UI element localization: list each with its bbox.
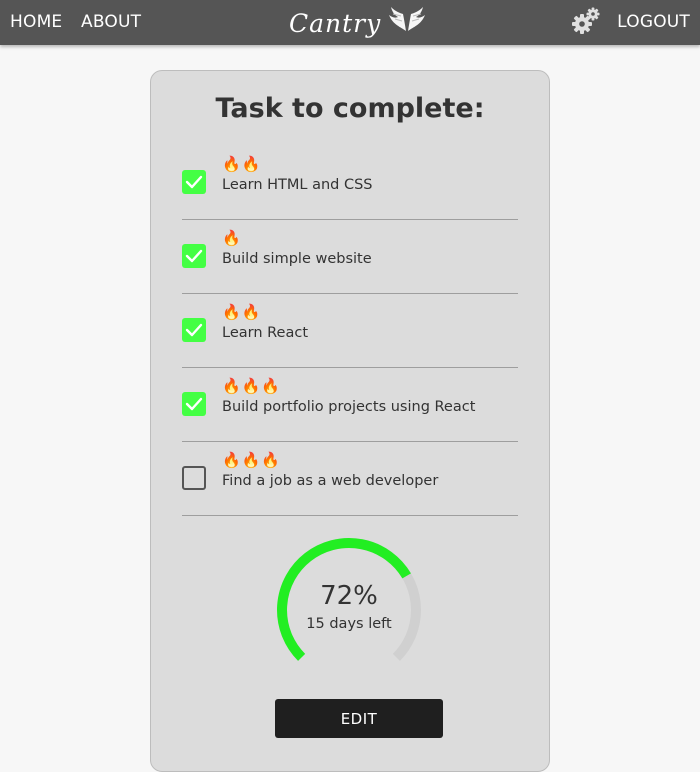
- task-label: Build portfolio projects using React: [222, 399, 476, 415]
- task-label: Learn HTML and CSS: [222, 177, 373, 193]
- task-label: Build simple website: [222, 251, 372, 267]
- task-item: 🔥🔥 Learn HTML and CSS: [182, 145, 518, 220]
- nav-about-link[interactable]: ABOUT: [81, 12, 141, 32]
- wings-icon: [389, 7, 426, 31]
- task-checkbox[interactable]: [182, 466, 206, 490]
- brand-name: Cantry: [289, 8, 382, 38]
- task-item: 🔥🔥🔥 Find a job as a web developer: [182, 441, 518, 516]
- nav-home-link[interactable]: HOME: [10, 12, 62, 32]
- edit-button[interactable]: EDIT: [275, 699, 443, 738]
- checkmark-icon: [185, 323, 203, 337]
- checkmark-icon: [185, 249, 203, 263]
- card-title: Task to complete:: [215, 93, 485, 124]
- task-label: Learn React: [222, 325, 309, 341]
- task-item: 🔥🔥🔥 Build portfolio projects using React: [182, 367, 518, 442]
- checkmark-icon: [185, 397, 203, 411]
- gear-icon[interactable]: [570, 4, 602, 36]
- task-card: Task to complete: 🔥🔥 Learn HTML and CSS …: [150, 70, 550, 772]
- task-item: 🔥🔥 Learn React: [182, 293, 518, 368]
- task-item: 🔥 Build simple website: [182, 219, 518, 294]
- flame-icons: 🔥🔥🔥: [222, 451, 282, 469]
- task-checkbox[interactable]: [182, 392, 206, 416]
- task-checkbox[interactable]: [182, 170, 206, 194]
- flame-icons: 🔥🔥: [222, 155, 262, 173]
- brand-logo[interactable]: Cantry: [289, 3, 427, 43]
- flame-icons: 🔥: [222, 229, 242, 247]
- task-checkbox[interactable]: [182, 318, 206, 342]
- task-checkbox[interactable]: [182, 244, 206, 268]
- top-navbar: HOME ABOUT Cantry LOGOUT: [0, 0, 700, 45]
- task-label: Find a job as a web developer: [222, 473, 439, 489]
- days-left-text: 15 days left: [306, 616, 392, 632]
- checkmark-icon: [185, 175, 203, 189]
- nav-logout-link[interactable]: LOGOUT: [617, 12, 690, 32]
- progress-percent: 72%: [320, 581, 378, 611]
- flame-icons: 🔥🔥🔥: [222, 377, 282, 395]
- flame-icons: 🔥🔥: [222, 303, 262, 321]
